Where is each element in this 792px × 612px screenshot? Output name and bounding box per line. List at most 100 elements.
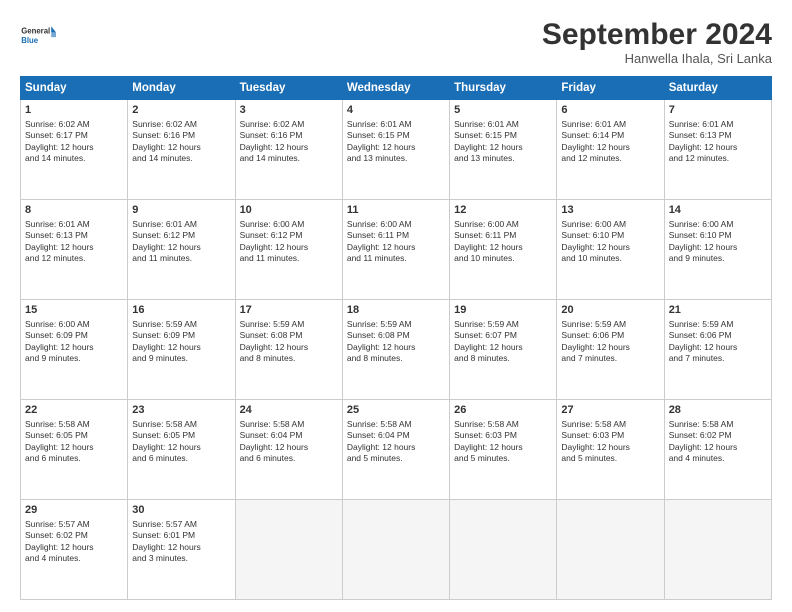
day-detail: and 9 minutes. — [132, 353, 230, 364]
day-detail: Sunrise: 6:00 AM — [240, 219, 338, 230]
calendar-cell: 4Sunrise: 6:01 AMSunset: 6:15 PMDaylight… — [342, 100, 449, 200]
day-detail: and 14 minutes. — [240, 153, 338, 164]
calendar-cell — [235, 500, 342, 600]
calendar-table: SundayMondayTuesdayWednesdayThursdayFrid… — [20, 76, 772, 600]
day-number: 23 — [132, 403, 230, 418]
day-detail: and 11 minutes. — [240, 253, 338, 264]
day-detail: and 11 minutes. — [132, 253, 230, 264]
calendar-cell: 1Sunrise: 6:02 AMSunset: 6:17 PMDaylight… — [21, 100, 128, 200]
title-block: September 2024 Hanwella Ihala, Sri Lanka — [542, 18, 772, 66]
day-detail: Sunrise: 5:59 AM — [454, 319, 552, 330]
day-detail: and 5 minutes. — [347, 453, 445, 464]
day-detail: Sunset: 6:01 PM — [132, 530, 230, 541]
day-detail: Daylight: 12 hours — [561, 142, 659, 153]
day-detail: Sunrise: 6:02 AM — [240, 119, 338, 130]
day-detail: and 10 minutes. — [561, 253, 659, 264]
day-detail: Sunrise: 6:00 AM — [669, 219, 767, 230]
day-detail: Sunrise: 5:58 AM — [132, 419, 230, 430]
day-detail: Daylight: 12 hours — [561, 242, 659, 253]
day-detail: and 14 minutes. — [132, 153, 230, 164]
day-number: 16 — [132, 303, 230, 318]
day-detail: Daylight: 12 hours — [25, 342, 123, 353]
day-detail: and 10 minutes. — [454, 253, 552, 264]
day-detail: and 6 minutes. — [25, 453, 123, 464]
day-detail: Daylight: 12 hours — [25, 242, 123, 253]
day-detail: Daylight: 12 hours — [669, 142, 767, 153]
calendar-cell: 9Sunrise: 6:01 AMSunset: 6:12 PMDaylight… — [128, 200, 235, 300]
calendar-cell: 25Sunrise: 5:58 AMSunset: 6:04 PMDayligh… — [342, 400, 449, 500]
day-detail: Sunrise: 5:57 AM — [25, 519, 123, 530]
day-detail: Daylight: 12 hours — [132, 542, 230, 553]
calendar-cell: 15Sunrise: 6:00 AMSunset: 6:09 PMDayligh… — [21, 300, 128, 400]
day-detail: and 13 minutes. — [454, 153, 552, 164]
svg-text:Blue: Blue — [21, 36, 39, 45]
day-detail: Sunrise: 5:58 AM — [454, 419, 552, 430]
calendar-cell: 6Sunrise: 6:01 AMSunset: 6:14 PMDaylight… — [557, 100, 664, 200]
day-detail: Daylight: 12 hours — [132, 142, 230, 153]
day-number: 8 — [25, 203, 123, 218]
day-detail: Sunset: 6:08 PM — [347, 330, 445, 341]
calendar-cell: 11Sunrise: 6:00 AMSunset: 6:11 PMDayligh… — [342, 200, 449, 300]
calendar-cell — [450, 500, 557, 600]
day-number: 10 — [240, 203, 338, 218]
day-number: 21 — [669, 303, 767, 318]
calendar-cell: 26Sunrise: 5:58 AMSunset: 6:03 PMDayligh… — [450, 400, 557, 500]
day-detail: Sunset: 6:04 PM — [347, 430, 445, 441]
day-detail: Sunset: 6:10 PM — [669, 230, 767, 241]
day-detail: and 4 minutes. — [669, 453, 767, 464]
day-detail: and 6 minutes. — [132, 453, 230, 464]
day-detail: Sunrise: 6:01 AM — [454, 119, 552, 130]
day-detail: Daylight: 12 hours — [347, 342, 445, 353]
day-detail: Daylight: 12 hours — [347, 242, 445, 253]
day-detail: and 12 minutes. — [25, 253, 123, 264]
day-detail: Sunset: 6:03 PM — [454, 430, 552, 441]
calendar-cell: 23Sunrise: 5:58 AMSunset: 6:05 PMDayligh… — [128, 400, 235, 500]
logo: General Blue — [20, 18, 56, 54]
day-detail: Sunset: 6:05 PM — [132, 430, 230, 441]
day-detail: and 12 minutes. — [669, 153, 767, 164]
day-number: 7 — [669, 103, 767, 118]
day-number: 20 — [561, 303, 659, 318]
day-detail: Sunrise: 6:00 AM — [561, 219, 659, 230]
day-detail: Daylight: 12 hours — [132, 442, 230, 453]
day-detail: Sunrise: 5:59 AM — [561, 319, 659, 330]
day-detail: and 8 minutes. — [240, 353, 338, 364]
day-detail: and 8 minutes. — [347, 353, 445, 364]
day-number: 3 — [240, 103, 338, 118]
day-detail: Sunset: 6:05 PM — [25, 430, 123, 441]
day-detail: and 5 minutes. — [561, 453, 659, 464]
day-detail: Sunrise: 5:58 AM — [561, 419, 659, 430]
calendar-cell: 28Sunrise: 5:58 AMSunset: 6:02 PMDayligh… — [664, 400, 771, 500]
calendar-cell: 12Sunrise: 6:00 AMSunset: 6:11 PMDayligh… — [450, 200, 557, 300]
day-detail: Sunrise: 5:57 AM — [132, 519, 230, 530]
day-detail: and 11 minutes. — [347, 253, 445, 264]
day-detail: Sunset: 6:09 PM — [132, 330, 230, 341]
day-detail: and 6 minutes. — [240, 453, 338, 464]
day-number: 25 — [347, 403, 445, 418]
day-number: 18 — [347, 303, 445, 318]
day-number: 27 — [561, 403, 659, 418]
day-detail: Daylight: 12 hours — [347, 142, 445, 153]
day-detail: Sunset: 6:10 PM — [561, 230, 659, 241]
day-detail: Sunrise: 5:58 AM — [25, 419, 123, 430]
day-detail: Sunset: 6:11 PM — [454, 230, 552, 241]
calendar-cell: 30Sunrise: 5:57 AMSunset: 6:01 PMDayligh… — [128, 500, 235, 600]
calendar-cell: 24Sunrise: 5:58 AMSunset: 6:04 PMDayligh… — [235, 400, 342, 500]
day-detail: and 8 minutes. — [454, 353, 552, 364]
day-detail: Daylight: 12 hours — [240, 242, 338, 253]
day-detail: Daylight: 12 hours — [669, 342, 767, 353]
day-detail: Sunset: 6:12 PM — [240, 230, 338, 241]
day-detail: Sunrise: 6:01 AM — [561, 119, 659, 130]
day-detail: Sunset: 6:08 PM — [240, 330, 338, 341]
day-detail: Sunrise: 6:00 AM — [347, 219, 445, 230]
calendar-cell: 22Sunrise: 5:58 AMSunset: 6:05 PMDayligh… — [21, 400, 128, 500]
location-subtitle: Hanwella Ihala, Sri Lanka — [542, 51, 772, 66]
col-header-friday: Friday — [557, 77, 664, 100]
day-detail: Daylight: 12 hours — [561, 442, 659, 453]
day-detail: and 4 minutes. — [25, 553, 123, 564]
day-detail: Daylight: 12 hours — [454, 342, 552, 353]
day-detail: Daylight: 12 hours — [347, 442, 445, 453]
day-detail: Daylight: 12 hours — [240, 142, 338, 153]
calendar-cell: 27Sunrise: 5:58 AMSunset: 6:03 PMDayligh… — [557, 400, 664, 500]
calendar-cell — [342, 500, 449, 600]
